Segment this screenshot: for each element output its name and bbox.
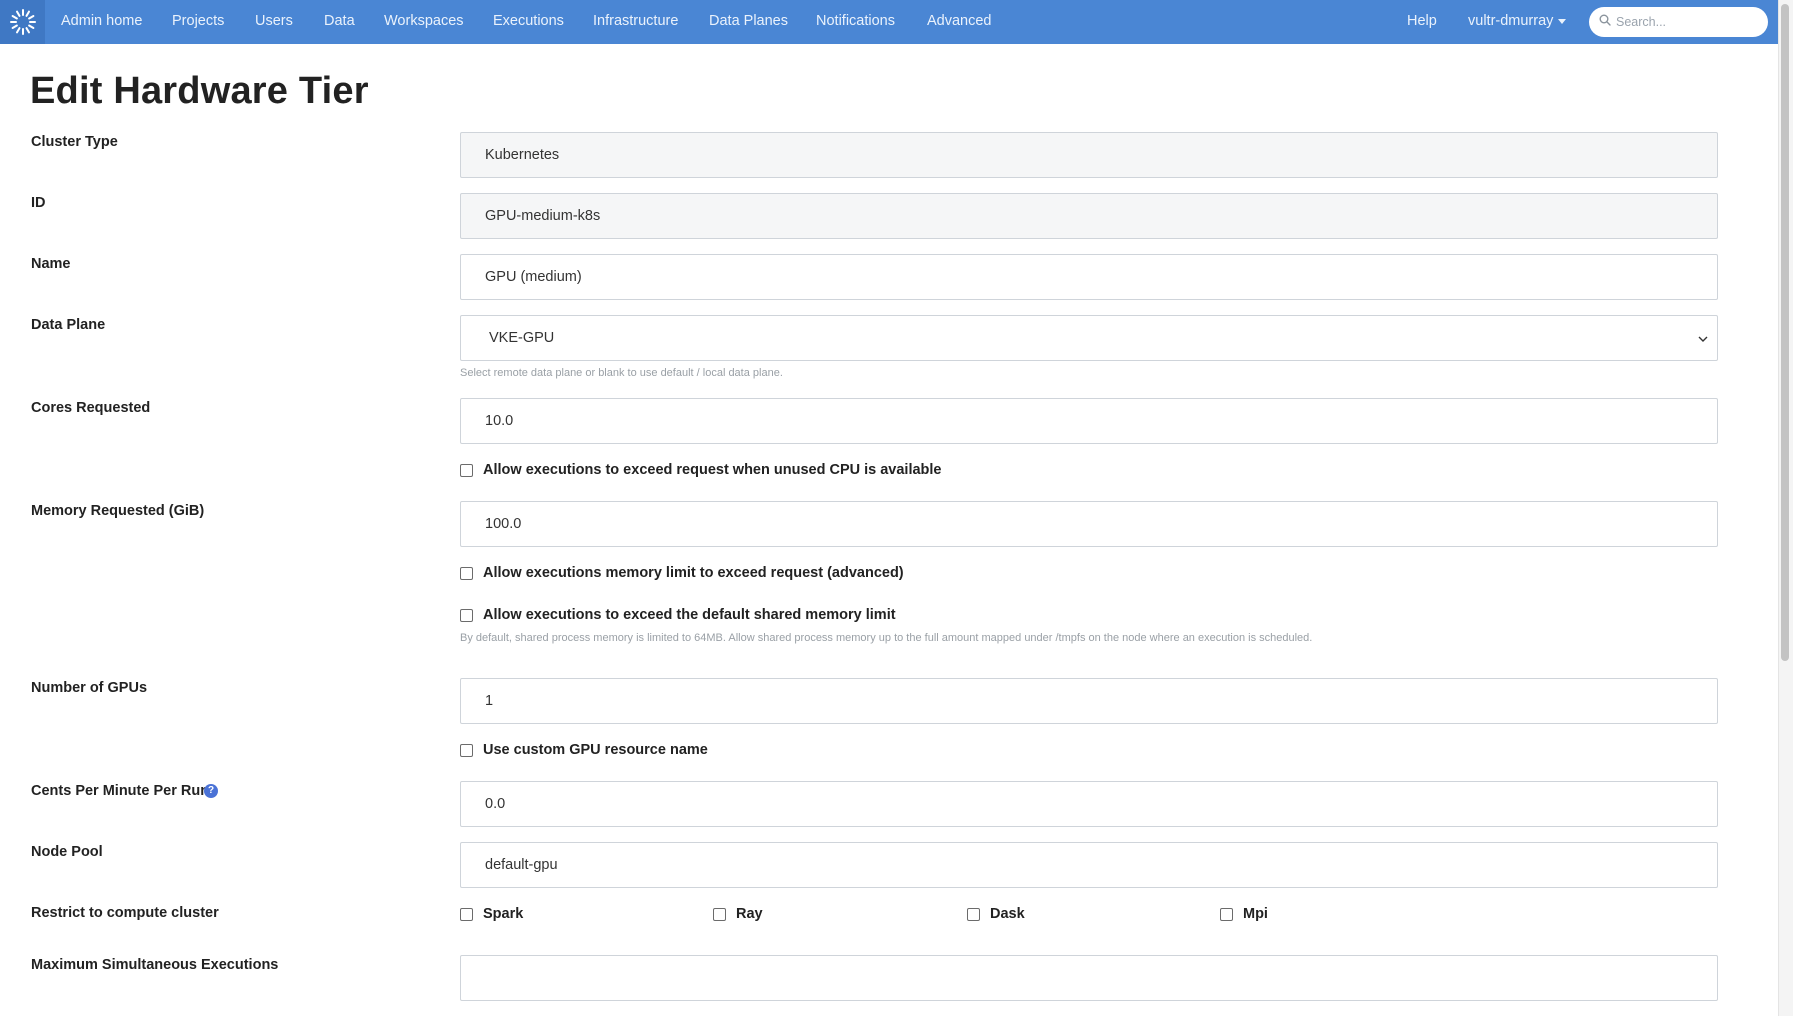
memory-requested-field[interactable] [460, 501, 1718, 547]
custom-gpu-resource-option[interactable]: Use custom GPU resource name [460, 742, 708, 758]
logo-icon[interactable] [0, 0, 45, 44]
restrict-spark-option[interactable]: Spark [460, 906, 523, 922]
cents-per-minute-field[interactable] [460, 781, 1718, 827]
user-menu[interactable]: vultr-dmurray [1468, 0, 1567, 44]
nav-help[interactable]: Help [1407, 0, 1437, 44]
cores-requested-field[interactable] [460, 398, 1718, 444]
allow-exceed-cpu-label: Allow executions to exceed request when … [483, 462, 942, 478]
allow-memory-exceed-label: Allow executions memory limit to exceed … [483, 565, 904, 581]
cores-requested-label: Cores Requested [31, 400, 151, 416]
search-box[interactable] [1589, 7, 1768, 37]
restrict-ray-option[interactable]: Ray [713, 906, 763, 922]
restrict-ray-label: Ray [736, 906, 763, 922]
restrict-mpi-label: Mpi [1243, 906, 1268, 922]
restrict-spark-checkbox[interactable] [460, 907, 473, 921]
cluster-type-field [460, 132, 1718, 178]
data-plane-label: Data Plane [31, 317, 106, 333]
gpus-label: Number of GPUs [31, 680, 148, 696]
allow-shared-memory-label: Allow executions to exceed the default s… [483, 607, 896, 623]
allow-exceed-cpu-checkbox[interactable] [460, 463, 473, 477]
nav-users[interactable]: Users [255, 0, 293, 44]
page-title: Edit Hardware Tier [30, 70, 369, 112]
nav-executions[interactable]: Executions [493, 0, 564, 44]
custom-gpu-resource-label: Use custom GPU resource name [483, 742, 708, 758]
restrict-cluster-label: Restrict to compute cluster [31, 905, 219, 921]
allow-exceed-cpu-option[interactable]: Allow executions to exceed request when … [460, 462, 942, 478]
nav-advanced[interactable]: Advanced [927, 0, 992, 44]
data-plane-selected: VKE-GPU [489, 330, 555, 346]
node-pool-field[interactable] [460, 842, 1718, 888]
scrollbar-thumb[interactable] [1781, 4, 1789, 661]
allow-shared-memory-checkbox[interactable] [460, 608, 473, 622]
restrict-dask-option[interactable]: Dask [967, 906, 1025, 922]
user-name: vultr-dmurray [1468, 13, 1554, 29]
nav-infrastructure[interactable]: Infrastructure [593, 0, 678, 44]
restrict-mpi-option[interactable]: Mpi [1220, 906, 1268, 922]
search-icon [1599, 13, 1611, 31]
id-field [460, 193, 1718, 239]
max-executions-label: Maximum Simultaneous Executions [31, 957, 279, 973]
gpus-field[interactable] [460, 678, 1718, 724]
name-field[interactable] [460, 254, 1718, 300]
nav-workspaces[interactable]: Workspaces [384, 0, 464, 44]
nav-data[interactable]: Data [324, 0, 355, 44]
nav-notifications[interactable]: Notifications [816, 0, 895, 44]
cluster-type-label: Cluster Type [31, 134, 118, 150]
restrict-mpi-checkbox[interactable] [1220, 907, 1233, 921]
allow-memory-exceed-option[interactable]: Allow executions memory limit to exceed … [460, 565, 904, 581]
restrict-spark-label: Spark [483, 906, 524, 922]
cents-per-minute-label: Cents Per Minute Per Run [31, 783, 210, 799]
data-plane-select[interactable]: VKE-GPU [460, 315, 1718, 361]
allow-memory-exceed-checkbox[interactable] [460, 566, 473, 580]
nav-data-planes[interactable]: Data Planes [709, 0, 788, 44]
memory-requested-label: Memory Requested (GiB) [31, 503, 205, 519]
nav-projects[interactable]: Projects [172, 0, 224, 44]
shared-memory-help: By default, shared process memory is lim… [460, 632, 1313, 644]
search-input[interactable] [1616, 15, 1756, 29]
node-pool-label: Node Pool [31, 844, 103, 860]
name-label: Name [31, 256, 71, 272]
id-label: ID [31, 195, 46, 211]
top-navbar: Admin home Projects Users Data Workspace… [0, 0, 1778, 44]
data-plane-help: Select remote data plane or blank to use… [460, 367, 783, 379]
caret-down-icon [1558, 18, 1567, 24]
restrict-ray-checkbox[interactable] [713, 907, 726, 921]
chevron-down-icon [1697, 332, 1709, 350]
max-executions-field[interactable] [460, 955, 1718, 1001]
custom-gpu-resource-checkbox[interactable] [460, 743, 473, 757]
restrict-dask-checkbox[interactable] [967, 907, 980, 921]
allow-shared-memory-option[interactable]: Allow executions to exceed the default s… [460, 607, 896, 623]
help-icon[interactable]: ? [204, 784, 218, 798]
restrict-dask-label: Dask [990, 906, 1025, 922]
nav-admin-home[interactable]: Admin home [61, 0, 142, 44]
